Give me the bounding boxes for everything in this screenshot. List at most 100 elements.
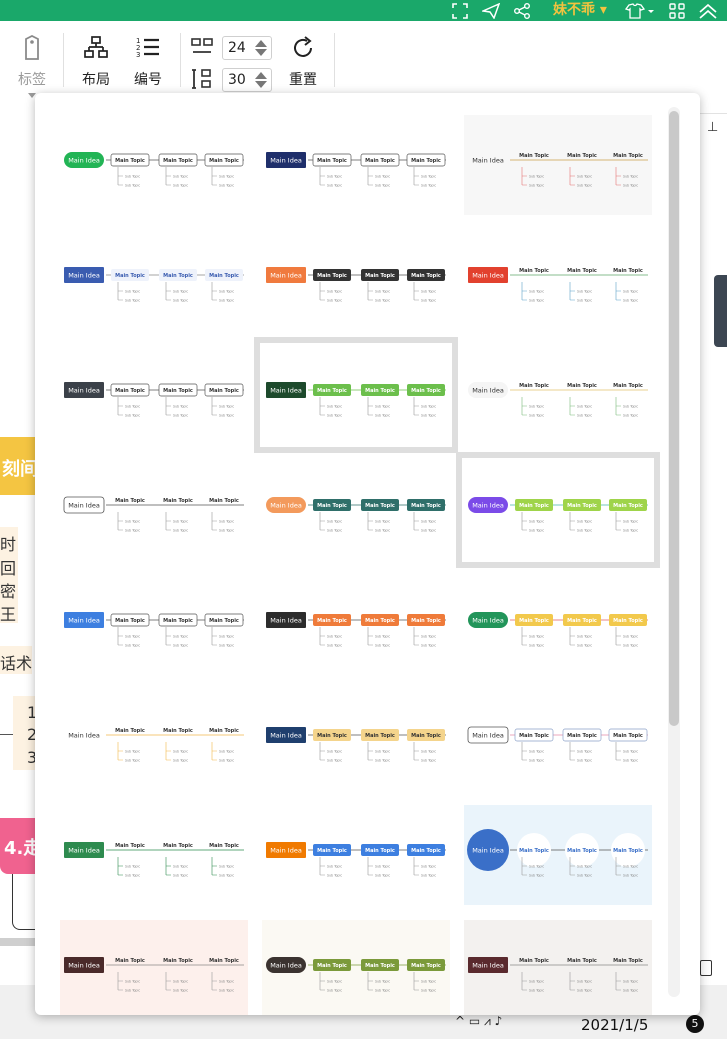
subtopic-label: Sub Topic	[327, 759, 342, 763]
theme-option[interactable]: Main Idea Main Topic Sub Topic Sub Topic Mai…	[464, 575, 652, 675]
collapse-up-icon[interactable]	[697, 0, 719, 21]
theme-option[interactable]: Main Idea Main Topic Sub Topic Sub Topic Mai…	[60, 805, 248, 905]
subtopic-connector	[615, 167, 621, 186]
subtopic-connector	[615, 742, 621, 761]
share-icon[interactable]	[512, 0, 532, 21]
subtopic-label: Sub Topic	[529, 175, 544, 179]
spin-down-icon[interactable]	[255, 49, 267, 56]
theme-option[interactable]: Main Idea Main Topic Sub Topic Sub Topic Mai…	[464, 115, 652, 215]
layout-button[interactable]: 布局	[74, 35, 118, 89]
subtopic-connector	[413, 397, 419, 416]
horizontal-spacing-input[interactable]: 24	[222, 36, 272, 60]
reset-button[interactable]: 重置	[283, 35, 323, 89]
topic-node-label: Main Topic	[411, 733, 441, 739]
subtopic-label: Sub Topic	[375, 759, 390, 763]
subtopic-label: Sub Topic	[375, 184, 390, 188]
subtopic-label: Sub Topic	[577, 989, 592, 993]
outline-view-icon[interactable]	[700, 960, 712, 976]
theme-option[interactable]: Main Idea Main Topic Sub Topic Sub Topic Mai…	[262, 230, 450, 330]
subtopic-label: Sub Topic	[219, 989, 234, 993]
subtopic-label: Sub Topic	[125, 414, 140, 418]
user-menu[interactable]: 妹不乖 ▾	[553, 0, 607, 21]
topic-node-label: Main Topic	[519, 503, 549, 509]
shirt-icon[interactable]	[624, 0, 656, 21]
subtopic-connector	[521, 512, 527, 531]
theme-option[interactable]: Main Idea Main Topic Sub Topic Sub Topic Mai…	[262, 920, 450, 1015]
subtopic-label: Sub Topic	[577, 635, 592, 639]
subtopic-label: Sub Topic	[623, 874, 638, 878]
theme-option[interactable]: Main Idea Main Topic Sub Topic Sub Topic Mai…	[464, 805, 652, 905]
subtopic-label: Sub Topic	[577, 759, 592, 763]
notification-badge[interactable]: 5	[686, 1015, 704, 1033]
theme-option[interactable]: Main Idea Main Topic Sub Topic Sub Topic Mai…	[254, 337, 458, 453]
subtopic-connector	[569, 972, 575, 991]
layout-label: 布局	[82, 72, 110, 88]
subtopic-connector	[413, 742, 419, 761]
numbering-button[interactable]: 123 编号	[126, 35, 170, 89]
apps-icon[interactable]	[668, 0, 686, 21]
subtopic-label: Sub Topic	[219, 759, 234, 763]
root-node-label: Main Idea	[472, 962, 504, 970]
tag-button[interactable]: 标签	[10, 34, 54, 89]
subtopic-label: Sub Topic	[577, 299, 592, 303]
subtopic-label: Sub Topic	[577, 184, 592, 188]
topic-node-label: Main Topic	[519, 618, 549, 624]
subtopic-label: Sub Topic	[173, 759, 188, 763]
theme-option[interactable]: Main Idea Main Topic Sub Topic Sub Topic Mai…	[60, 230, 248, 330]
canvas-text-fragment: 密	[0, 582, 17, 601]
topic-node-label: Main Topic	[613, 268, 643, 274]
subtopic-label: Sub Topic	[421, 520, 436, 524]
theme-option[interactable]: Main Idea Main Topic Sub Topic Sub Topic Mai…	[262, 115, 450, 215]
theme-option[interactable]: Main Idea Main Topic Sub Topic Sub Topic Mai…	[60, 345, 248, 445]
theme-option[interactable]: Main Idea Main Topic Sub Topic Sub Topic Mai…	[456, 452, 660, 568]
subtopic-label: Sub Topic	[125, 299, 140, 303]
subtopic-label: Sub Topic	[125, 750, 140, 754]
vertical-spacing-input[interactable]: 30	[222, 68, 272, 92]
subtopic-label: Sub Topic	[219, 865, 234, 869]
topic-node-label: Main Topic	[411, 848, 441, 854]
subtopic-label: Sub Topic	[529, 520, 544, 524]
fullscreen-icon[interactable]	[451, 0, 469, 21]
subtopic-label: Sub Topic	[421, 750, 436, 754]
send-icon[interactable]	[481, 0, 501, 21]
theme-option[interactable]: Main Idea Main Topic Sub Topic Sub Topic Mai…	[60, 460, 248, 560]
spin-up-icon[interactable]	[255, 72, 267, 79]
topic-node-label: Main Topic	[163, 843, 193, 849]
topic-node-label: Main Topic	[317, 963, 347, 969]
theme-option[interactable]: Main Idea Main Topic Sub Topic Sub Topic Mai…	[464, 920, 652, 1015]
topic-node-label: Main Topic	[317, 158, 347, 164]
tag-icon	[25, 34, 39, 60]
subtopic-label: Sub Topic	[125, 184, 140, 188]
canvas-scrollbar[interactable]	[0, 938, 36, 946]
subtopic-label: Sub Topic	[125, 175, 140, 179]
subtopic-connector	[615, 972, 621, 991]
side-panel-toggle[interactable]	[714, 275, 727, 347]
theme-option[interactable]: Main Idea Main Topic Sub Topic Sub Topic Mai…	[464, 345, 652, 445]
topic-node-label: Main Topic	[317, 503, 347, 509]
topic-node-label: Main Topic	[115, 388, 145, 394]
theme-option[interactable]: Main Idea Main Topic Sub Topic Sub Topic Mai…	[262, 460, 450, 560]
theme-option[interactable]: Main Idea Main Topic Sub Topic Sub Topic Mai…	[464, 230, 652, 330]
theme-option[interactable]: Main Idea Main Topic Sub Topic Sub Topic Mai…	[464, 690, 652, 790]
topic-node-label: Main Topic	[613, 848, 643, 854]
subtopic-label: Sub Topic	[125, 635, 140, 639]
subtopic-label: Sub Topic	[219, 980, 234, 984]
theme-option[interactable]: Main Idea Main Topic Sub Topic Sub Topic Mai…	[262, 805, 450, 905]
theme-option[interactable]: Main Idea Main Topic Sub Topic Sub Topic Mai…	[60, 920, 248, 1015]
panel-scrollbar[interactable]	[668, 107, 680, 997]
topic-node-label: Main Topic	[115, 958, 145, 964]
panel-scrollbar-thumb[interactable]	[669, 111, 679, 726]
theme-option[interactable]: Main Idea Main Topic Sub Topic Sub Topic Mai…	[60, 115, 248, 215]
root-node-label: Main Idea	[472, 387, 504, 395]
numbering-label: 编号	[134, 72, 162, 88]
theme-option[interactable]: Main Idea Main Topic Sub Topic Sub Topic Mai…	[262, 690, 450, 790]
pin-icon[interactable]: ⊥	[707, 120, 718, 135]
spin-down-icon[interactable]	[255, 81, 267, 88]
theme-option[interactable]: Main Idea Main Topic Sub Topic Sub Topic Mai…	[262, 575, 450, 675]
spin-up-icon[interactable]	[255, 40, 267, 47]
root-node-label: Main Idea	[472, 847, 504, 855]
theme-option[interactable]: Main Idea Main Topic Sub Topic Sub Topic Mai…	[60, 690, 248, 790]
topic-node-label: Main Topic	[209, 728, 239, 734]
theme-option[interactable]: Main Idea Main Topic Sub Topic Sub Topic Mai…	[60, 575, 248, 675]
subtopic-label: Sub Topic	[173, 175, 188, 179]
